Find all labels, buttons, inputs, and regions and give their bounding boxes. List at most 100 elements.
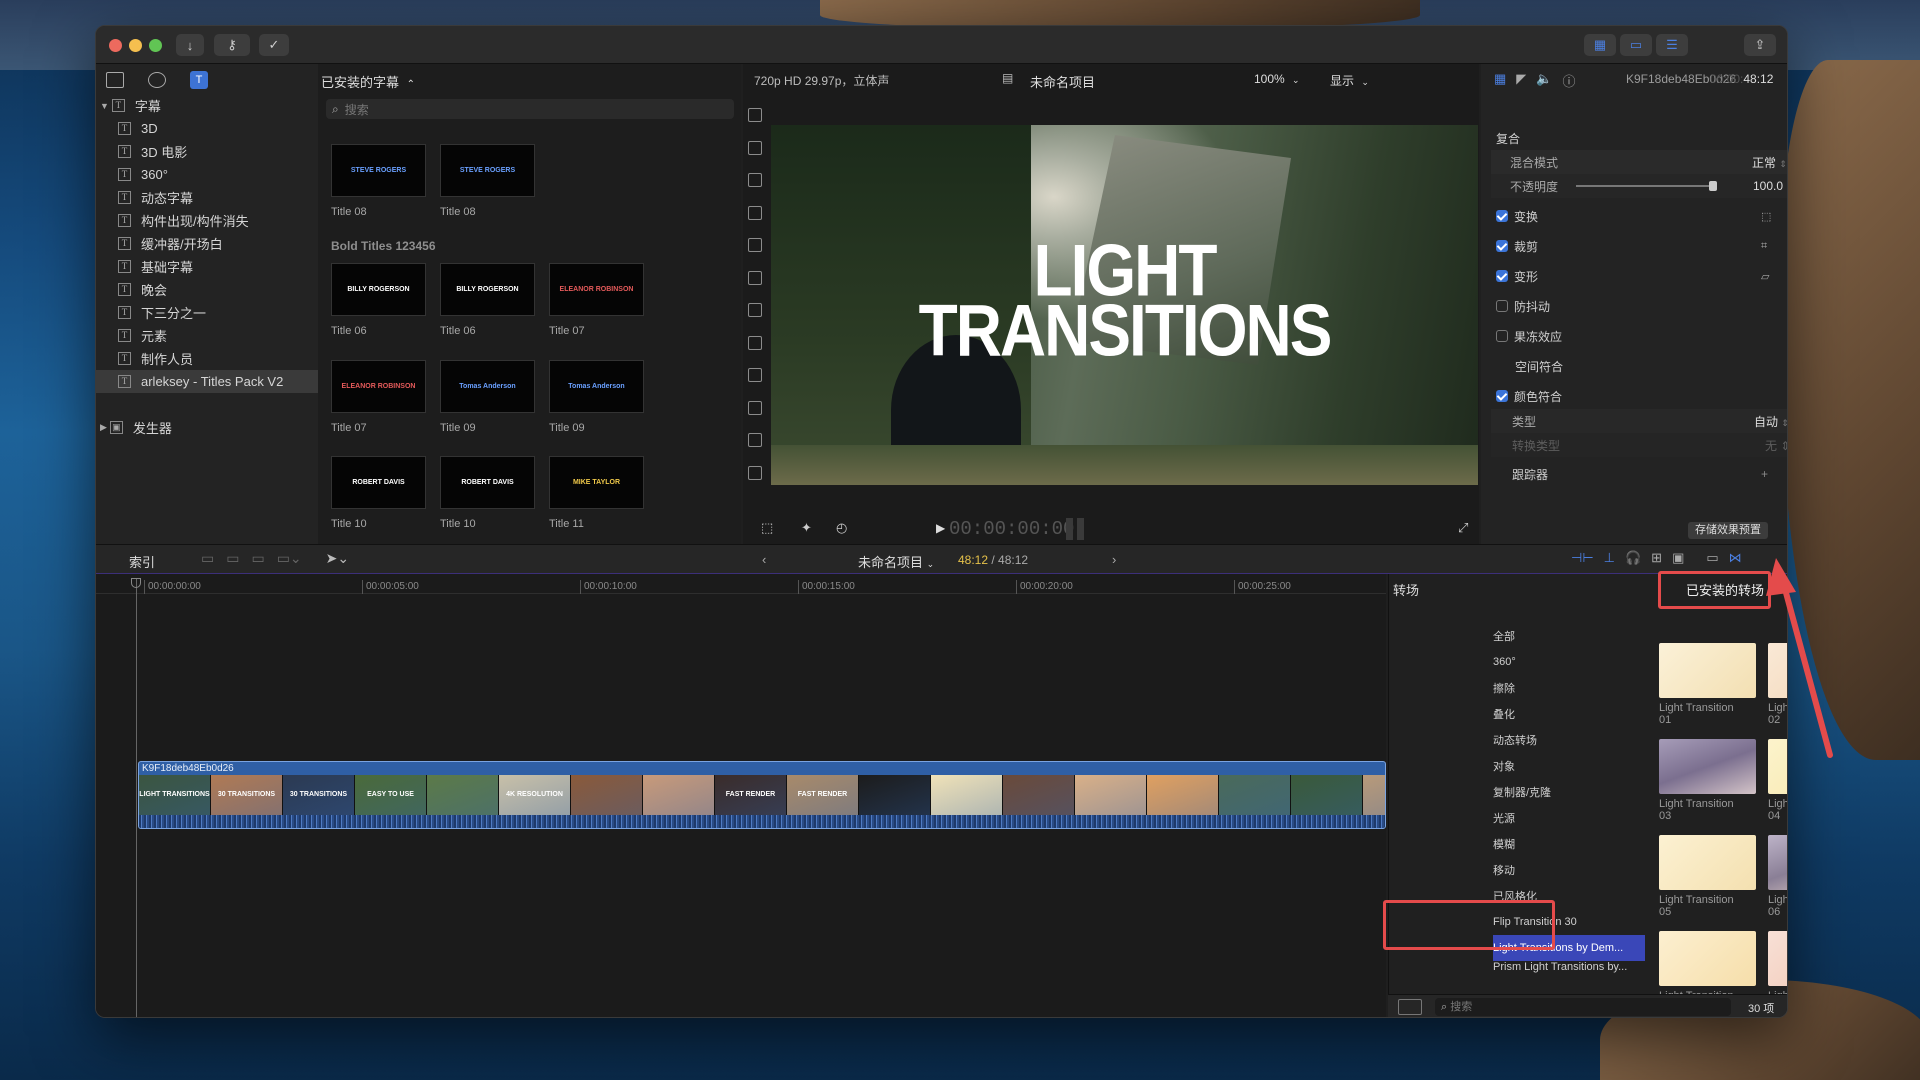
transition-category[interactable]: 360° [1493, 649, 1653, 675]
sidebar-item[interactable]: T 构件出现/构件消失 [96, 209, 318, 232]
insert-clip-icon[interactable]: ▭ [226, 550, 239, 567]
zoom-window-button[interactable] [149, 39, 162, 52]
sidebar-item-generators[interactable]: ▶ ▣ 发生器 [96, 416, 318, 439]
title-overlay[interactable]: LIGHT TRANSITIONS [771, 233, 1478, 367]
title-thumbnail[interactable]: ROBERT DAVIS [440, 456, 535, 509]
save-preset-button[interactable]: 存储效果预置 [1688, 522, 1768, 539]
crop-checkbox[interactable] [1496, 240, 1508, 252]
transition-category[interactable]: 移动 [1493, 857, 1653, 883]
sidebar-item[interactable]: T 动态字幕 [96, 186, 318, 209]
transition-category[interactable]: Prism Light Transitions by... [1493, 961, 1653, 975]
append-clip-icon[interactable]: ▭ [251, 550, 264, 567]
sidebar-item-titles-root[interactable]: ▼ T 字幕 [96, 94, 318, 117]
overwrite-clip-icon[interactable]: ▭⌄ [277, 550, 302, 567]
browser-search-field[interactable]: ⌕ 搜索 [326, 99, 734, 119]
transition-category[interactable]: 对象 [1493, 753, 1653, 779]
opacity-slider-knob[interactable] [1709, 181, 1717, 191]
minimize-window-button[interactable] [129, 39, 142, 52]
onscreen-control-icon[interactable]: ▱ [1761, 270, 1769, 283]
title-thumbnail[interactable]: STEVE ROGERS [331, 144, 426, 197]
media-icon[interactable] [106, 72, 124, 88]
import-icon[interactable]: ↓ [176, 34, 204, 56]
transitions-browser-icon[interactable]: ⋈ [1729, 550, 1742, 566]
effects-browser-icon[interactable]: ▭ [1706, 550, 1718, 566]
transition-thumbnail[interactable] [1659, 835, 1756, 890]
transitions-search-field[interactable]: ⌕ 搜索 [1435, 998, 1731, 1016]
solo-icon[interactable]: 🎧 [1625, 550, 1641, 566]
convert-type-popup[interactable]: 无 ⇕ [1765, 437, 1787, 454]
transition-thumbnail[interactable] [1659, 739, 1756, 794]
composite-section[interactable]: 复合 [1496, 126, 1787, 150]
sidebar-item[interactable]: T 3D 电影 [96, 140, 318, 163]
color-conform-checkbox[interactable] [1496, 390, 1508, 402]
playhead-handle[interactable] [131, 578, 141, 588]
video-inspector-icon[interactable]: ▦ [1494, 71, 1506, 90]
disclosure-triangle-icon[interactable]: ▼ [100, 101, 109, 111]
snapping-icon[interactable]: ⊞ [1651, 550, 1662, 566]
transition-thumbnail[interactable] [1768, 739, 1787, 794]
sidebar-item[interactable]: Tarleksey - Titles Pack V2 [96, 370, 318, 393]
library-layout-icon[interactable]: ▦ [1584, 34, 1616, 56]
onscreen-control-icon[interactable]: ⬚ [1761, 210, 1771, 223]
sidebar-item[interactable]: T 基础字幕 [96, 255, 318, 278]
info-inspector-icon[interactable]: ⓘ [1562, 71, 1575, 90]
transform-checkbox[interactable] [1496, 210, 1508, 222]
sidebar-item[interactable]: T 晚会 [96, 278, 318, 301]
fullscreen-icon[interactable]: ⤢ [1458, 520, 1468, 536]
title-thumbnail[interactable]: MIKE TAYLOR [549, 456, 644, 509]
enhance-icon[interactable]: ✦ [801, 520, 812, 536]
transition-category[interactable]: 模糊 [1493, 831, 1653, 857]
transition-thumbnail[interactable] [1768, 643, 1787, 698]
transition-thumbnail[interactable] [1659, 931, 1756, 986]
select-tool-icon[interactable]: ➤⌄ [326, 550, 349, 567]
checkmark-icon[interactable]: ✓ [259, 34, 289, 56]
title-thumbnail[interactable]: BILLY ROGERSON [440, 263, 535, 316]
skimming-icon[interactable]: ⊣⊢ [1571, 550, 1594, 566]
onscreen-control-icon[interactable]: ⌗ [1761, 240, 1767, 253]
playhead[interactable] [136, 578, 137, 1017]
transition-thumbnail[interactable] [1768, 931, 1787, 986]
title-thumbnail[interactable]: ELEANOR ROBINSON [549, 263, 644, 316]
sidebar-item[interactable]: T 元素 [96, 324, 318, 347]
title-thumbnail[interactable]: ELEANOR ROBINSON [331, 360, 426, 413]
title-thumbnail[interactable]: STEVE ROGERS [440, 144, 535, 197]
clip-appearance-icon[interactable]: ▣ [1672, 550, 1684, 566]
photos-icon[interactable] [148, 72, 166, 88]
timeline-clip[interactable]: K9F18deb48Eb0d26 LIGHT TRANSITIONS 30 TRA… [138, 761, 1386, 829]
distort-checkbox[interactable] [1496, 270, 1508, 282]
title-thumbnail[interactable]: Tomas Anderson [440, 360, 535, 413]
type-popup[interactable]: 自动 ⇕ [1754, 413, 1787, 430]
key-icon[interactable]: ⚷ [214, 34, 250, 56]
blend-mode-popup[interactable]: 正常 ⇕ [1752, 154, 1787, 171]
transform-tool-icon[interactable]: ⬚ [761, 520, 773, 536]
display-menu[interactable]: 显示 ⌄ [1330, 72, 1369, 89]
transition-category[interactable]: 复制器/克隆 [1493, 779, 1653, 805]
sidebar-toggle-icon[interactable] [1398, 999, 1422, 1015]
stabilization-checkbox[interactable] [1496, 300, 1508, 312]
titles-generators-icon[interactable]: T [190, 71, 208, 89]
audio-skimming-icon[interactable]: ⊥ [1604, 550, 1615, 566]
timeline-forward-icon[interactable]: › [1112, 552, 1116, 567]
spatial-conform-row[interactable]: 空间符合 [1491, 354, 1787, 378]
inspector-layout-icon[interactable]: ☰ [1656, 34, 1688, 56]
add-tracker-icon[interactable]: + [1761, 467, 1768, 481]
transition-thumbnail[interactable] [1768, 835, 1787, 890]
audio-inspector-icon[interactable]: 🔈 [1536, 71, 1552, 90]
title-thumbnail[interactable]: Tomas Anderson [549, 360, 644, 413]
speed-icon[interactable]: ◴ [836, 520, 847, 536]
connect-clip-icon[interactable]: ▭ [201, 550, 214, 567]
sidebar-item[interactable]: T 下三分之一 [96, 301, 318, 324]
transition-category[interactable]: 动态转场 [1493, 727, 1653, 753]
rolling-shutter-checkbox[interactable] [1496, 330, 1508, 342]
sidebar-item[interactable]: T 360° [96, 163, 318, 186]
transition-thumbnail[interactable] [1659, 643, 1756, 698]
share-icon[interactable]: ⇪ [1744, 34, 1776, 56]
opacity-value[interactable]: 100.0 % [1753, 179, 1787, 193]
title-thumbnail[interactable]: ROBERT DAVIS [331, 456, 426, 509]
zoom-popup[interactable]: 100% ⌄ [1254, 72, 1300, 86]
transition-category[interactable]: 叠化 [1493, 701, 1653, 727]
sidebar-item[interactable]: T 3D [96, 117, 318, 140]
transition-category[interactable]: 光源 [1493, 805, 1653, 831]
browser-header-title[interactable]: 已安装的字幕 ⌃ [321, 72, 415, 91]
color-inspector-icon[interactable]: ◤ [1516, 71, 1526, 90]
